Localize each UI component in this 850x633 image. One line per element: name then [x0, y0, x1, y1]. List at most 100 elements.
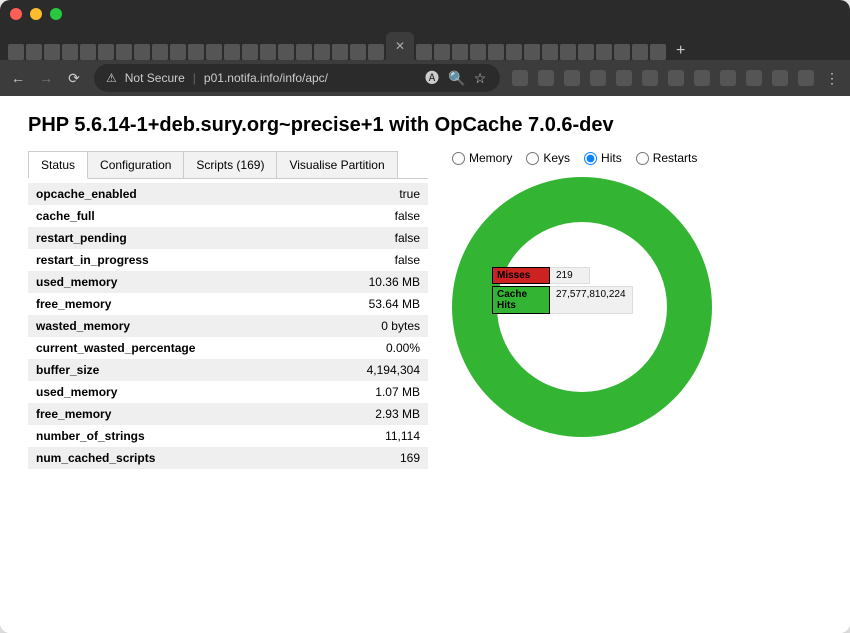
address-bar: ← → ⟳ ⚠ Not Secure | p01.notifa.info/inf…	[0, 60, 850, 96]
status-row: free_memory2.93 MB	[28, 403, 428, 425]
tab-favicon[interactable]	[188, 44, 204, 60]
status-key: free_memory	[28, 403, 315, 425]
tab-favicon[interactable]	[314, 44, 330, 60]
forward-icon[interactable]: →	[38, 70, 54, 86]
tab-favicon[interactable]	[44, 44, 60, 60]
chart-radio-input[interactable]	[452, 152, 465, 165]
tab-favicon[interactable]	[206, 44, 222, 60]
status-key: buffer_size	[28, 359, 315, 381]
chart-radio-input[interactable]	[636, 152, 649, 165]
chart-radio[interactable]: Hits	[584, 151, 622, 165]
tab-favicon[interactable]	[632, 44, 648, 60]
extension-icon[interactable]	[616, 70, 632, 86]
tab-favicon[interactable]	[170, 44, 186, 60]
chart-radio[interactable]: Memory	[452, 151, 512, 165]
tab-favicon[interactable]	[470, 44, 486, 60]
chart-radio-label: Restarts	[653, 151, 698, 165]
tab-favicon[interactable]	[542, 44, 558, 60]
close-tab-icon[interactable]: ✕	[395, 39, 405, 53]
status-row: number_of_strings11,114	[28, 425, 428, 447]
status-key: restart_pending	[28, 227, 315, 249]
status-row: buffer_size4,194,304	[28, 359, 428, 381]
tab-favicon[interactable]	[224, 44, 240, 60]
warning-icon: ⚠	[106, 71, 117, 85]
tab-favicon[interactable]	[596, 44, 612, 60]
extension-icon[interactable]	[720, 70, 736, 86]
tab-favicon[interactable]	[524, 44, 540, 60]
chart-radio-input[interactable]	[526, 152, 539, 165]
tab-favicon[interactable]	[62, 44, 78, 60]
status-key: restart_in_progress	[28, 249, 315, 271]
extension-icon[interactable]	[538, 70, 554, 86]
new-tab-button[interactable]: +	[668, 42, 693, 60]
translate-icon[interactable]: 🅐	[424, 68, 440, 88]
tab-favicon[interactable]	[614, 44, 630, 60]
active-browser-tab[interactable]: ✕	[386, 32, 414, 60]
tab-favicon[interactable]	[578, 44, 594, 60]
extension-icon[interactable]	[564, 70, 580, 86]
close-window-button[interactable]	[10, 8, 22, 20]
tab-favicon[interactable]	[332, 44, 348, 60]
status-row: used_memory10.36 MB	[28, 271, 428, 293]
extension-icon[interactable]	[512, 70, 528, 86]
status-row: free_memory53.64 MB	[28, 293, 428, 315]
tab-favicon[interactable]	[242, 44, 258, 60]
panel-tab[interactable]: Visualise Partition	[276, 151, 397, 178]
tab-favicon[interactable]	[296, 44, 312, 60]
status-value: 53.64 MB	[315, 293, 428, 315]
chart-radio[interactable]: Keys	[526, 151, 570, 165]
status-row: restart_pendingfalse	[28, 227, 428, 249]
page-title: PHP 5.6.14-1+deb.sury.org~precise+1 with…	[28, 114, 822, 137]
extension-icon[interactable]	[798, 70, 814, 86]
tab-favicon[interactable]	[98, 44, 114, 60]
extension-icon[interactable]	[746, 70, 762, 86]
extension-icon[interactable]	[668, 70, 684, 86]
titlebar	[0, 0, 850, 28]
tab-favicon[interactable]	[506, 44, 522, 60]
extension-icon[interactable]	[772, 70, 788, 86]
status-value: 169	[315, 447, 428, 469]
minimize-window-button[interactable]	[30, 8, 42, 20]
tab-favicon[interactable]	[488, 44, 504, 60]
status-value: 11,114	[315, 425, 428, 447]
tab-favicon[interactable]	[8, 44, 24, 60]
back-icon[interactable]: ←	[10, 70, 26, 86]
panel-tab[interactable]: Configuration	[87, 151, 184, 178]
tab-favicon[interactable]	[152, 44, 168, 60]
menu-icon[interactable]: ⋮	[824, 70, 840, 87]
status-value: 1.07 MB	[315, 381, 428, 403]
tab-favicon[interactable]	[650, 44, 666, 60]
tab-favicon[interactable]	[416, 44, 432, 60]
main-content: StatusConfigurationScripts (169)Visualis…	[28, 151, 822, 469]
status-key: used_memory	[28, 271, 315, 293]
tab-favicon[interactable]	[26, 44, 42, 60]
reload-icon[interactable]: ⟳	[66, 70, 82, 87]
status-value: false	[315, 205, 428, 227]
url-field[interactable]: ⚠ Not Secure | p01.notifa.info/info/apc/…	[94, 64, 500, 92]
tab-favicon[interactable]	[452, 44, 468, 60]
status-value: false	[315, 227, 428, 249]
tab-favicon[interactable]	[434, 44, 450, 60]
tab-favicon[interactable]	[368, 44, 384, 60]
extension-icon[interactable]	[590, 70, 606, 86]
star-icon[interactable]: ☆	[472, 70, 488, 87]
tab-favicon[interactable]	[116, 44, 132, 60]
search-icon[interactable]: 🔍	[448, 70, 464, 87]
chart-radio-input[interactable]	[584, 152, 597, 165]
status-key: current_wasted_percentage	[28, 337, 315, 359]
tab-favicon[interactable]	[80, 44, 96, 60]
tab-favicon[interactable]	[260, 44, 276, 60]
tab-favicon[interactable]	[134, 44, 150, 60]
panel-tab[interactable]: Scripts (169)	[183, 151, 277, 178]
panel-tab[interactable]: Status	[28, 151, 88, 179]
tab-favicon[interactable]	[560, 44, 576, 60]
extension-icon[interactable]	[642, 70, 658, 86]
maximize-window-button[interactable]	[50, 8, 62, 20]
tab-favicon[interactable]	[350, 44, 366, 60]
chart-legend: Misses 219 Cache Hits 27,577,810,224	[492, 267, 633, 316]
legend-swatch-hits: Cache Hits	[492, 286, 550, 314]
chart-radio[interactable]: Restarts	[636, 151, 698, 165]
extension-icon[interactable]	[694, 70, 710, 86]
chart-radio-label: Hits	[601, 151, 622, 165]
tab-favicon[interactable]	[278, 44, 294, 60]
